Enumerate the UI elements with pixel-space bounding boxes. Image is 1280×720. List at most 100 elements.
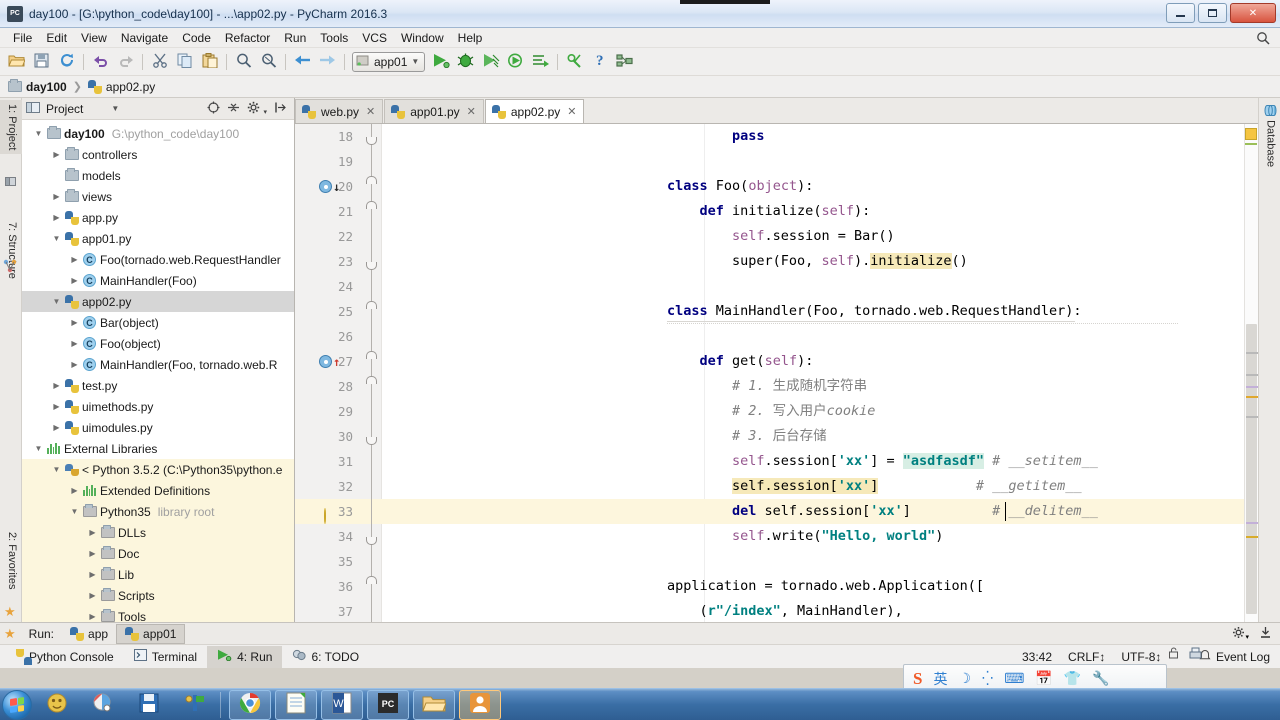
- attach-button[interactable]: [528, 50, 553, 74]
- hide-panel-icon[interactable]: [1259, 626, 1272, 642]
- chevron-right-icon[interactable]: ▶: [50, 213, 63, 222]
- chevron-right-icon[interactable]: ▶: [68, 318, 81, 327]
- tree-item[interactable]: ▼ Python35 library root: [22, 501, 294, 522]
- cut-button[interactable]: [147, 50, 172, 74]
- chevron-down-icon[interactable]: ▼: [411, 57, 419, 66]
- tree-item[interactable]: ▶ test.py: [22, 375, 294, 396]
- tool-tab-database[interactable]: Database: [1259, 100, 1280, 171]
- code-fold-handle[interactable]: [366, 524, 377, 549]
- taskbar-app-foxmail[interactable]: [459, 689, 501, 720]
- debug-button[interactable]: [453, 50, 478, 74]
- close-button[interactable]: ✕: [1230, 3, 1276, 23]
- taskbar-app-media[interactable]: [36, 690, 78, 720]
- code-lines[interactable]: 18 pass 19 20 ↓ class Foo(object): 21 def ini…: [295, 124, 1258, 622]
- status-tab-6--todo[interactable]: 6: TODO: [282, 646, 369, 668]
- tree-item[interactable]: ▼ External Libraries: [22, 438, 294, 459]
- chevron-right-icon[interactable]: ▶: [50, 381, 63, 390]
- menu-item-code[interactable]: Code: [175, 29, 218, 47]
- tree-item[interactable]: ▶ Scripts: [22, 585, 294, 606]
- find-button[interactable]: [231, 50, 256, 74]
- sync-button[interactable]: [54, 50, 79, 74]
- minimize-button[interactable]: [1166, 3, 1195, 23]
- code-fold-handle[interactable]: [366, 249, 377, 274]
- editor-marker-bar[interactable]: [1244, 124, 1258, 641]
- replace-button[interactable]: [256, 50, 281, 74]
- code-line[interactable]: 23 super(Foo, self).initialize(): [295, 249, 1258, 274]
- menu-item-file[interactable]: File: [6, 29, 39, 47]
- status-tab-terminal[interactable]: Terminal: [124, 646, 207, 668]
- ime-toolbox-icon[interactable]: 🔧: [1092, 670, 1109, 687]
- start-button[interactable]: [2, 689, 32, 720]
- code-line[interactable]: 32 self.session['xx'] # __getitem__: [295, 474, 1258, 499]
- chevron-right-icon[interactable]: ▶: [68, 276, 81, 285]
- tree-item[interactable]: ▶ C Foo(tornado.web.RequestHandler: [22, 249, 294, 270]
- chevron-down-icon[interactable]: ▼: [50, 234, 63, 243]
- taskbar-app-paint[interactable]: [82, 690, 124, 720]
- chevron-down-icon[interactable]: ▼: [32, 444, 45, 453]
- chevron-down-icon[interactable]: ▼: [111, 104, 119, 113]
- tree-item[interactable]: ▶ Lib: [22, 564, 294, 585]
- gear-icon[interactable]: ▾: [1232, 626, 1249, 642]
- code-line[interactable]: 18 pass: [295, 124, 1258, 149]
- tree-item[interactable]: ▼ day100 G:\python_code\day100: [22, 123, 294, 144]
- code-line[interactable]: 19: [295, 149, 1258, 174]
- tree-item[interactable]: ▶ Extended Definitions: [22, 480, 294, 501]
- chevron-right-icon[interactable]: ▶: [86, 549, 99, 558]
- chevron-right-icon[interactable]: ▶: [50, 150, 63, 159]
- code-fold-handle[interactable]: [366, 199, 377, 224]
- menu-item-window[interactable]: Window: [394, 29, 451, 47]
- chevron-right-icon[interactable]: ▶: [86, 591, 99, 600]
- code-line[interactable]: 28 # 1. 生成随机字符串: [295, 374, 1258, 399]
- close-tab-icon[interactable]: ✕: [467, 105, 476, 118]
- project-structure-button[interactable]: [612, 50, 637, 74]
- editor-scrollbar-thumb[interactable]: [1246, 324, 1257, 614]
- ime-skin-icon[interactable]: 👕: [1064, 670, 1081, 687]
- taskbar-app-chrome[interactable]: [229, 689, 271, 720]
- chevron-down-icon[interactable]: ▼: [32, 129, 45, 138]
- menu-item-edit[interactable]: Edit: [39, 29, 74, 47]
- code-fold-handle[interactable]: [366, 374, 377, 399]
- help-button[interactable]: ?: [587, 50, 612, 74]
- chevron-down-icon[interactable]: ▼: [50, 297, 63, 306]
- gear-icon[interactable]: ▾: [247, 101, 267, 117]
- code-line[interactable]: 31 self.session['xx'] = "asdfasdf" # __s…: [295, 449, 1258, 474]
- chevron-right-icon[interactable]: ▶: [50, 402, 63, 411]
- code-fold-handle[interactable]: [366, 299, 377, 324]
- settings-button[interactable]: [562, 50, 587, 74]
- taskbar-app-pycharm[interactable]: PC: [367, 689, 409, 720]
- event-log-button[interactable]: Event Log: [1199, 649, 1270, 664]
- code-fold-handle[interactable]: [366, 174, 377, 199]
- menu-item-view[interactable]: View: [74, 29, 114, 47]
- copy-button[interactable]: [172, 50, 197, 74]
- undo-button[interactable]: [88, 50, 113, 74]
- run-configuration-selector[interactable]: app01 ▼: [352, 51, 426, 72]
- editor-tab-web-py[interactable]: web.py ✕: [295, 99, 384, 123]
- line-separator-label[interactable]: CRLF↕: [1068, 650, 1105, 664]
- chevron-right-icon[interactable]: ▶: [50, 423, 63, 432]
- code-line[interactable]: 35: [295, 549, 1258, 574]
- tree-item[interactable]: ▼ app02.py: [22, 291, 294, 312]
- project-tree[interactable]: ▼ day100 G:\python_code\day100 ▶ controllers…: [22, 120, 294, 622]
- hide-panel-icon[interactable]: [274, 101, 287, 117]
- chevron-right-icon[interactable]: ▶: [68, 360, 81, 369]
- taskbar-app-notepad[interactable]: [275, 689, 317, 720]
- chevron-down-icon[interactable]: ▼: [68, 507, 81, 516]
- tree-item[interactable]: ▶ Doc: [22, 543, 294, 564]
- open-button[interactable]: [4, 50, 29, 74]
- back-button[interactable]: [290, 50, 315, 74]
- chevron-right-icon[interactable]: ▶: [50, 192, 63, 201]
- code-line[interactable]: 34 self.write("Hello, world"): [295, 524, 1258, 549]
- code-line[interactable]: 29 # 2. 写入用户cookie: [295, 399, 1258, 424]
- menu-item-vcs[interactable]: VCS: [355, 29, 394, 47]
- tree-item[interactable]: ▼ < Python 3.5.2 (C:\Python35\python.e: [22, 459, 294, 480]
- lock-icon[interactable]: [1168, 647, 1179, 662]
- tree-item[interactable]: ▶ controllers: [22, 144, 294, 165]
- search-everywhere-icon[interactable]: [1256, 31, 1270, 48]
- implementing-method-marker[interactable]: ↑: [319, 349, 345, 374]
- ime-calendar-icon[interactable]: 📅: [1035, 670, 1052, 687]
- menu-item-navigate[interactable]: Navigate: [114, 29, 175, 47]
- code-line[interactable]: 25 class MainHandler(Foo, tornado.web.Req…: [295, 299, 1258, 324]
- profile-button[interactable]: [503, 50, 528, 74]
- ime-moon-icon[interactable]: ☽: [958, 670, 971, 687]
- tree-item[interactable]: ▶ views: [22, 186, 294, 207]
